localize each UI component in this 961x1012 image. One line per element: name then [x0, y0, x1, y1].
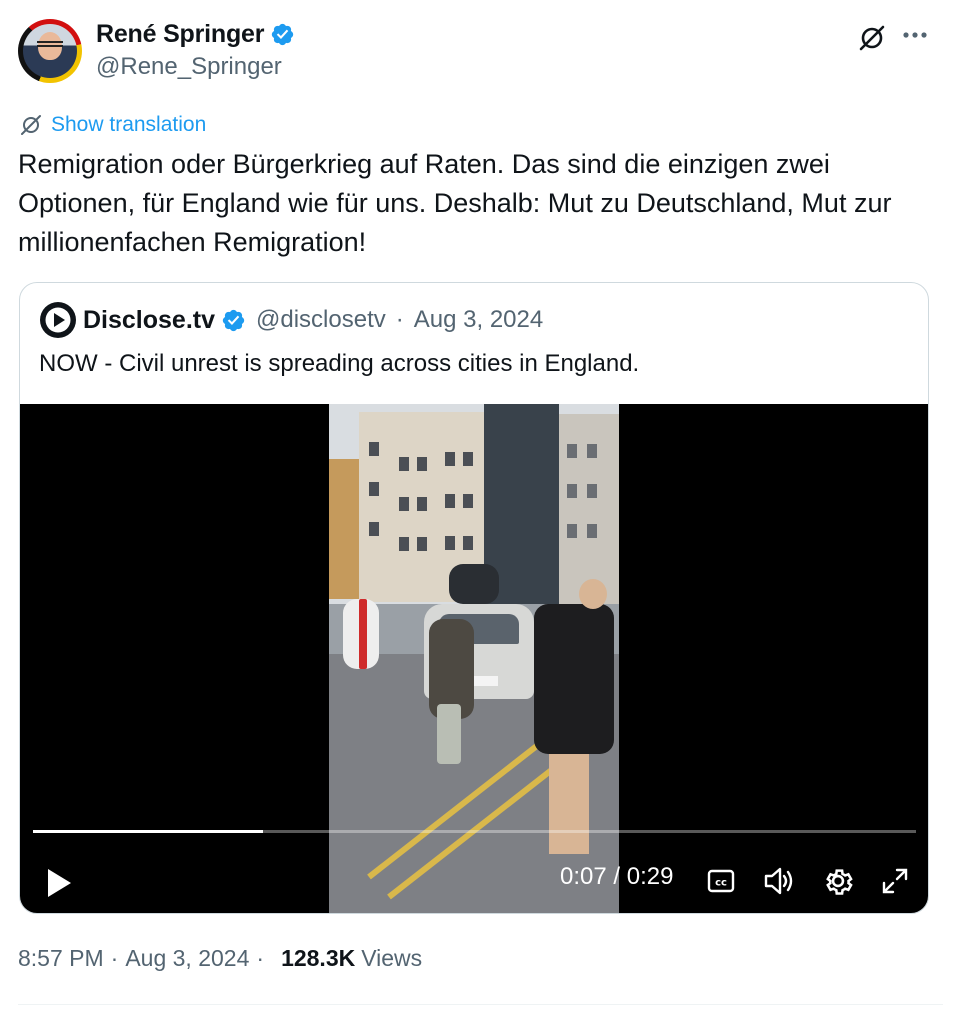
tweet-date[interactable]: Aug 3, 2024	[125, 945, 249, 972]
views-count: 128.3K	[281, 945, 356, 971]
divider	[18, 1004, 943, 1005]
tweet-footer: 8:57 PM · Aug 3, 2024 · 128.3K Views	[18, 945, 422, 972]
scene-building-left	[329, 459, 359, 599]
quoted-tweet-header: Disclose.tv @disclosetv · Aug 3, 2024	[39, 301, 543, 339]
author-name[interactable]: René Springer	[96, 20, 264, 49]
translate-icon	[21, 115, 41, 135]
author-name-row[interactable]: René Springer	[96, 20, 295, 49]
scene-person-legs	[437, 704, 461, 764]
svg-text:cc: cc	[715, 878, 727, 889]
grok-icon[interactable]	[856, 22, 888, 54]
scene-person	[449, 564, 499, 604]
video-time: 0:07 / 0:29	[560, 863, 674, 890]
quoted-author-name[interactable]: Disclose.tv	[83, 306, 215, 335]
captions-icon[interactable]: cc	[706, 866, 736, 896]
author-avatar[interactable]	[18, 19, 82, 83]
more-icon[interactable]	[902, 30, 928, 40]
scene-person	[534, 604, 614, 754]
settings-icon[interactable]	[821, 864, 855, 898]
fullscreen-icon[interactable]	[880, 866, 910, 896]
views-label: Views	[361, 945, 423, 971]
tweet-time[interactable]: 8:57 PM	[18, 945, 104, 972]
author-handle[interactable]: @Rene_Springer	[96, 53, 282, 81]
avatar-photo	[23, 24, 77, 78]
scene-person-flag	[359, 599, 367, 669]
video-frame	[329, 404, 619, 913]
disclose-tv-logo-icon[interactable]	[39, 301, 77, 339]
verified-badge-icon	[272, 23, 294, 46]
video-player[interactable]: 0:07 / 0:29 cc	[20, 404, 928, 913]
play-icon[interactable]	[44, 866, 74, 900]
volume-icon[interactable]	[762, 864, 796, 898]
tweet-text: Remigration oder Bürgerkrieg auf Raten. …	[18, 149, 892, 257]
footer-separator: ·	[256, 945, 265, 971]
footer-separator: ·	[110, 945, 119, 971]
scene-person-head	[579, 579, 607, 609]
quoted-author-handle[interactable]: @disclosetv	[256, 306, 386, 334]
show-translation-link[interactable]: Show translation	[51, 113, 206, 137]
quoted-tweet-card[interactable]: Disclose.tv @disclosetv · Aug 3, 2024 NO…	[19, 282, 929, 914]
quoted-meta-separator: ·	[395, 306, 404, 333]
quoted-verified-badge-icon	[222, 309, 245, 331]
scene-person-legs	[549, 744, 589, 854]
show-translation-row[interactable]: Show translation	[19, 113, 206, 137]
video-progress-bar[interactable]	[33, 830, 916, 833]
quoted-tweet-date[interactable]: Aug 3, 2024	[414, 306, 543, 334]
avatar-glasses	[37, 41, 63, 47]
quoted-tweet-text: NOW - Civil unrest is spreading across c…	[39, 350, 640, 377]
video-progress-fill	[33, 830, 263, 833]
scene-building-right	[559, 414, 619, 604]
